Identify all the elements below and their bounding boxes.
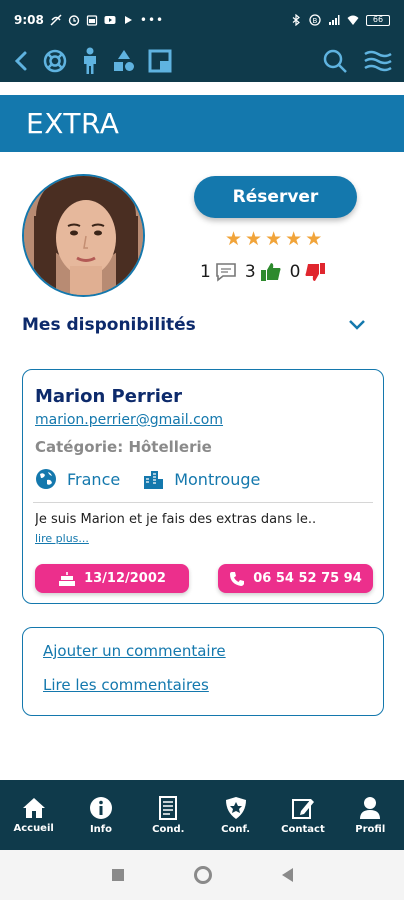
- nav-contact[interactable]: Contact: [273, 796, 333, 835]
- profile-card: Marion Perrier marion.perrier@gmail.com …: [22, 369, 384, 604]
- star-icon: ★: [265, 228, 283, 250]
- sync-icon: B: [309, 14, 321, 26]
- city-icon: [144, 471, 164, 489]
- signal-off-icon: [50, 14, 62, 26]
- thumbs-up-icon[interactable]: [260, 262, 282, 282]
- cell-signal-icon: [329, 15, 340, 25]
- document-icon: [159, 795, 178, 820]
- nav-label: Contact: [281, 823, 325, 835]
- play-icon: [124, 16, 132, 24]
- star-icon: ★: [245, 228, 263, 250]
- divider: [33, 502, 373, 503]
- globe-icon: [36, 469, 56, 489]
- app-bar: [0, 40, 404, 82]
- shapes-icon[interactable]: [112, 49, 136, 73]
- avatar: [22, 174, 145, 297]
- read-more-link[interactable]: lire plus...: [35, 532, 89, 545]
- home-system-icon[interactable]: [193, 866, 212, 884]
- wifi-icon: [347, 15, 359, 25]
- youtube-icon: [104, 16, 116, 24]
- person-category: Catégorie: Hôtellerie: [35, 438, 212, 456]
- availability-label: Mes disponibilités: [22, 315, 196, 335]
- feedback-counts: 1 3 0: [200, 262, 334, 282]
- home-icon: [22, 797, 45, 818]
- back-system-icon[interactable]: [281, 868, 293, 882]
- more-icon: •••: [139, 13, 165, 27]
- nav-label: Accueil: [13, 822, 54, 834]
- nav-conf[interactable]: Conf.: [206, 796, 266, 835]
- likes-count: 3: [244, 262, 256, 282]
- chevron-down-icon[interactable]: [348, 319, 366, 331]
- comment-icon[interactable]: [215, 262, 237, 282]
- nav-label: Cond.: [152, 823, 185, 835]
- lifebuoy-icon[interactable]: [42, 48, 68, 74]
- back-icon[interactable]: [12, 50, 30, 72]
- nav-accueil[interactable]: Accueil: [4, 797, 64, 834]
- info-icon: [89, 796, 112, 819]
- system-nav-bar: [0, 850, 404, 900]
- star-icon: ★: [225, 228, 243, 250]
- star-icon: ★: [285, 228, 303, 250]
- nav-label: Profil: [355, 823, 386, 835]
- bottom-nav: Accueil Info Cond. Conf. Contact Profil: [0, 780, 404, 850]
- add-comment-link[interactable]: Ajouter un commentaire: [43, 642, 226, 660]
- shield-icon: [225, 796, 246, 819]
- birthdate-badge: 13/12/2002: [35, 564, 189, 593]
- status-bar: 9:08 ••• B 66: [0, 0, 404, 40]
- reserve-button[interactable]: Réserver: [194, 176, 357, 218]
- availability-toggle[interactable]: Mes disponibilités: [22, 315, 366, 335]
- phone-value: 06 54 52 75 94: [253, 571, 362, 586]
- person-icon[interactable]: [80, 47, 100, 75]
- thumbs-down-icon[interactable]: [304, 262, 326, 282]
- birthdate-value: 13/12/2002: [84, 571, 166, 586]
- person-city: Montrouge: [174, 469, 261, 489]
- profile-icon: [360, 796, 381, 819]
- comments-card: Ajouter un commentaire Lire les commenta…: [22, 627, 384, 716]
- nav-label: Info: [89, 823, 113, 835]
- read-comments-link[interactable]: Lire les commentaires: [43, 676, 209, 694]
- search-icon[interactable]: [322, 48, 348, 74]
- bluetooth-icon: [292, 14, 300, 26]
- nav-label: Conf.: [221, 823, 251, 835]
- svg-text:B: B: [313, 17, 318, 25]
- person-bio: Je suis Marion et je fais des extras dan…: [35, 512, 317, 527]
- nav-profil[interactable]: Profil: [340, 796, 400, 835]
- phone-button[interactable]: 06 54 52 75 94: [218, 564, 373, 593]
- alarm-icon: [68, 15, 80, 26]
- nav-info[interactable]: Info: [71, 796, 131, 835]
- page-title: EXTRA: [26, 107, 120, 140]
- battery-icon: 66: [366, 14, 390, 26]
- star-icon: ★: [305, 228, 323, 250]
- waves-icon[interactable]: [364, 49, 392, 73]
- person-country: France: [67, 469, 121, 489]
- rating-stars: ★ ★ ★ ★ ★: [225, 229, 322, 249]
- avatar-photo: [24, 176, 143, 295]
- location-row: France Montrouge: [35, 468, 282, 490]
- recent-apps-icon[interactable]: [111, 869, 124, 881]
- comments-count: 1: [200, 262, 211, 282]
- calendar-icon: [86, 15, 98, 26]
- phone-icon: [230, 571, 245, 586]
- person-name: Marion Perrier: [35, 386, 182, 407]
- nav-cond[interactable]: Cond.: [138, 795, 198, 835]
- cake-icon: [59, 571, 76, 586]
- square-icon[interactable]: [148, 49, 172, 73]
- person-email[interactable]: marion.perrier@gmail.com: [35, 412, 223, 428]
- title-band: EXTRA: [0, 95, 404, 152]
- edit-icon: [291, 798, 314, 819]
- dislikes-count: 0: [289, 262, 301, 282]
- status-time: 9:08: [14, 13, 44, 27]
